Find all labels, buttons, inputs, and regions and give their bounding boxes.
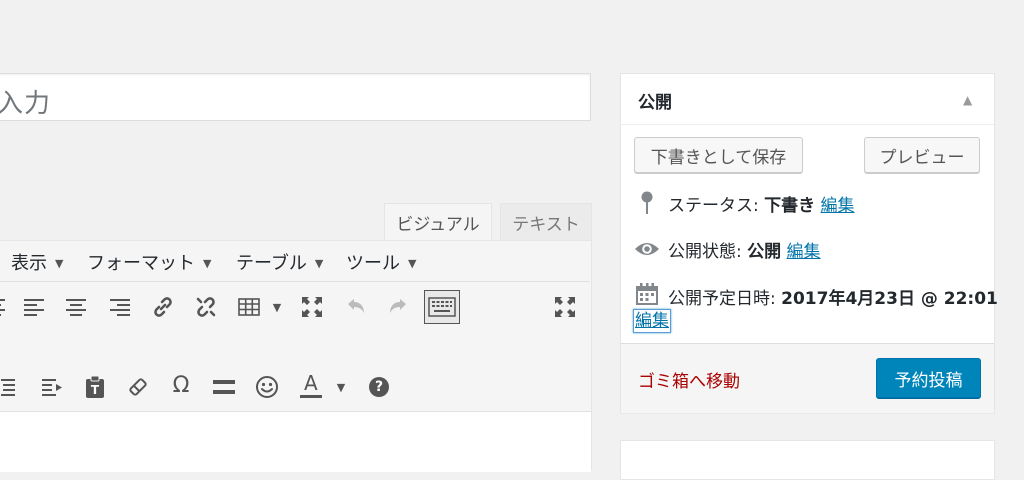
eye-icon: [634, 240, 660, 262]
chevron-down-icon[interactable]: ▼: [326, 372, 356, 402]
align-center-icon[interactable]: [61, 292, 91, 322]
status-edit-link[interactable]: 編集: [821, 196, 855, 216]
status-line: ステータス: 下書き 編集: [668, 191, 855, 216]
schedule-edit-link[interactable]: 編集: [633, 309, 671, 333]
paste-text-icon[interactable]: T: [80, 372, 110, 402]
menu-tools-label: ツール: [346, 253, 400, 274]
text-color-letter: A: [304, 371, 318, 395]
schedule-line: 公開予定日時: 2017年4月23日 @ 22:01: [668, 284, 998, 309]
chevron-down-icon[interactable]: ▼: [262, 292, 292, 322]
menu-format[interactable]: フォーマット ▼: [87, 249, 211, 275]
table-icon[interactable]: [234, 292, 264, 322]
next-metabox: [620, 440, 995, 480]
menu-format-label: フォーマット: [87, 253, 195, 274]
post-title-input[interactable]: 入力: [0, 73, 591, 121]
align-right-icon[interactable]: [105, 292, 135, 322]
schedule-publish-button[interactable]: 予約投稿: [876, 358, 981, 398]
eraser-icon[interactable]: [123, 372, 153, 402]
align-left-partial-icon[interactable]: [0, 292, 18, 322]
visibility-line: 公開状態: 公開 編集: [668, 237, 821, 262]
status-value: 下書き: [764, 196, 816, 216]
chevron-down-icon: ▼: [314, 257, 324, 270]
tab-text[interactable]: テキスト: [500, 203, 592, 241]
chevron-down-icon: ▼: [408, 257, 417, 270]
special-character-icon[interactable]: Ω: [166, 370, 196, 400]
menu-view-label: 表示: [11, 253, 47, 274]
menu-table-label: テーブル: [236, 253, 307, 274]
collapse-arrow-icon[interactable]: ▲: [963, 93, 972, 107]
move-to-trash-link[interactable]: ゴミ箱へ移動: [638, 367, 740, 392]
align-left-icon[interactable]: [19, 292, 49, 322]
menu-tools[interactable]: ツール ▼: [346, 249, 416, 275]
menu-table[interactable]: テーブル ▼: [236, 249, 323, 275]
visibility-value: 公開: [747, 242, 782, 262]
visibility-label: 公開状態:: [668, 242, 742, 262]
chevron-down-icon: ▼: [55, 257, 64, 270]
text-color-icon[interactable]: A: [296, 370, 326, 400]
status-label: ステータス:: [668, 196, 759, 216]
help-symbol: ?: [369, 377, 389, 397]
save-draft-button[interactable]: 下書きとして保存: [634, 137, 803, 173]
tab-visual[interactable]: ビジュアル: [384, 203, 492, 241]
undo-icon[interactable]: [341, 292, 371, 322]
schedule-label: 公開予定日時:: [668, 289, 776, 309]
text-color-bar: [300, 395, 322, 398]
fullscreen-icon[interactable]: [297, 292, 327, 322]
visibility-edit-link[interactable]: 編集: [787, 242, 821, 262]
chevron-down-icon: ▼: [203, 257, 212, 270]
indent-icon[interactable]: [38, 372, 68, 402]
distraction-free-icon[interactable]: [550, 292, 580, 322]
schedule-value: 2017年4月23日 @ 22:01: [781, 289, 998, 309]
menu-view[interactable]: 表示 ▼: [11, 249, 63, 275]
help-icon[interactable]: ?: [364, 372, 394, 402]
post-title-text: 入力: [0, 89, 52, 119]
emoji-icon[interactable]: [252, 372, 282, 402]
svg-text:T: T: [91, 383, 100, 397]
publish-title: 公開: [638, 93, 672, 113]
link-icon[interactable]: [148, 292, 178, 322]
unlink-icon[interactable]: [191, 292, 221, 322]
calendar-icon: [635, 282, 659, 310]
horizontal-line-icon[interactable]: [209, 372, 239, 402]
publish-header[interactable]: [621, 74, 994, 125]
redo-icon[interactable]: [383, 292, 413, 322]
preview-button[interactable]: プレビュー: [864, 137, 980, 173]
pin-icon: [640, 191, 654, 219]
editor-content-area[interactable]: [0, 411, 591, 472]
keyboard-icon[interactable]: [424, 290, 460, 324]
indent-partial-icon[interactable]: [0, 372, 20, 402]
